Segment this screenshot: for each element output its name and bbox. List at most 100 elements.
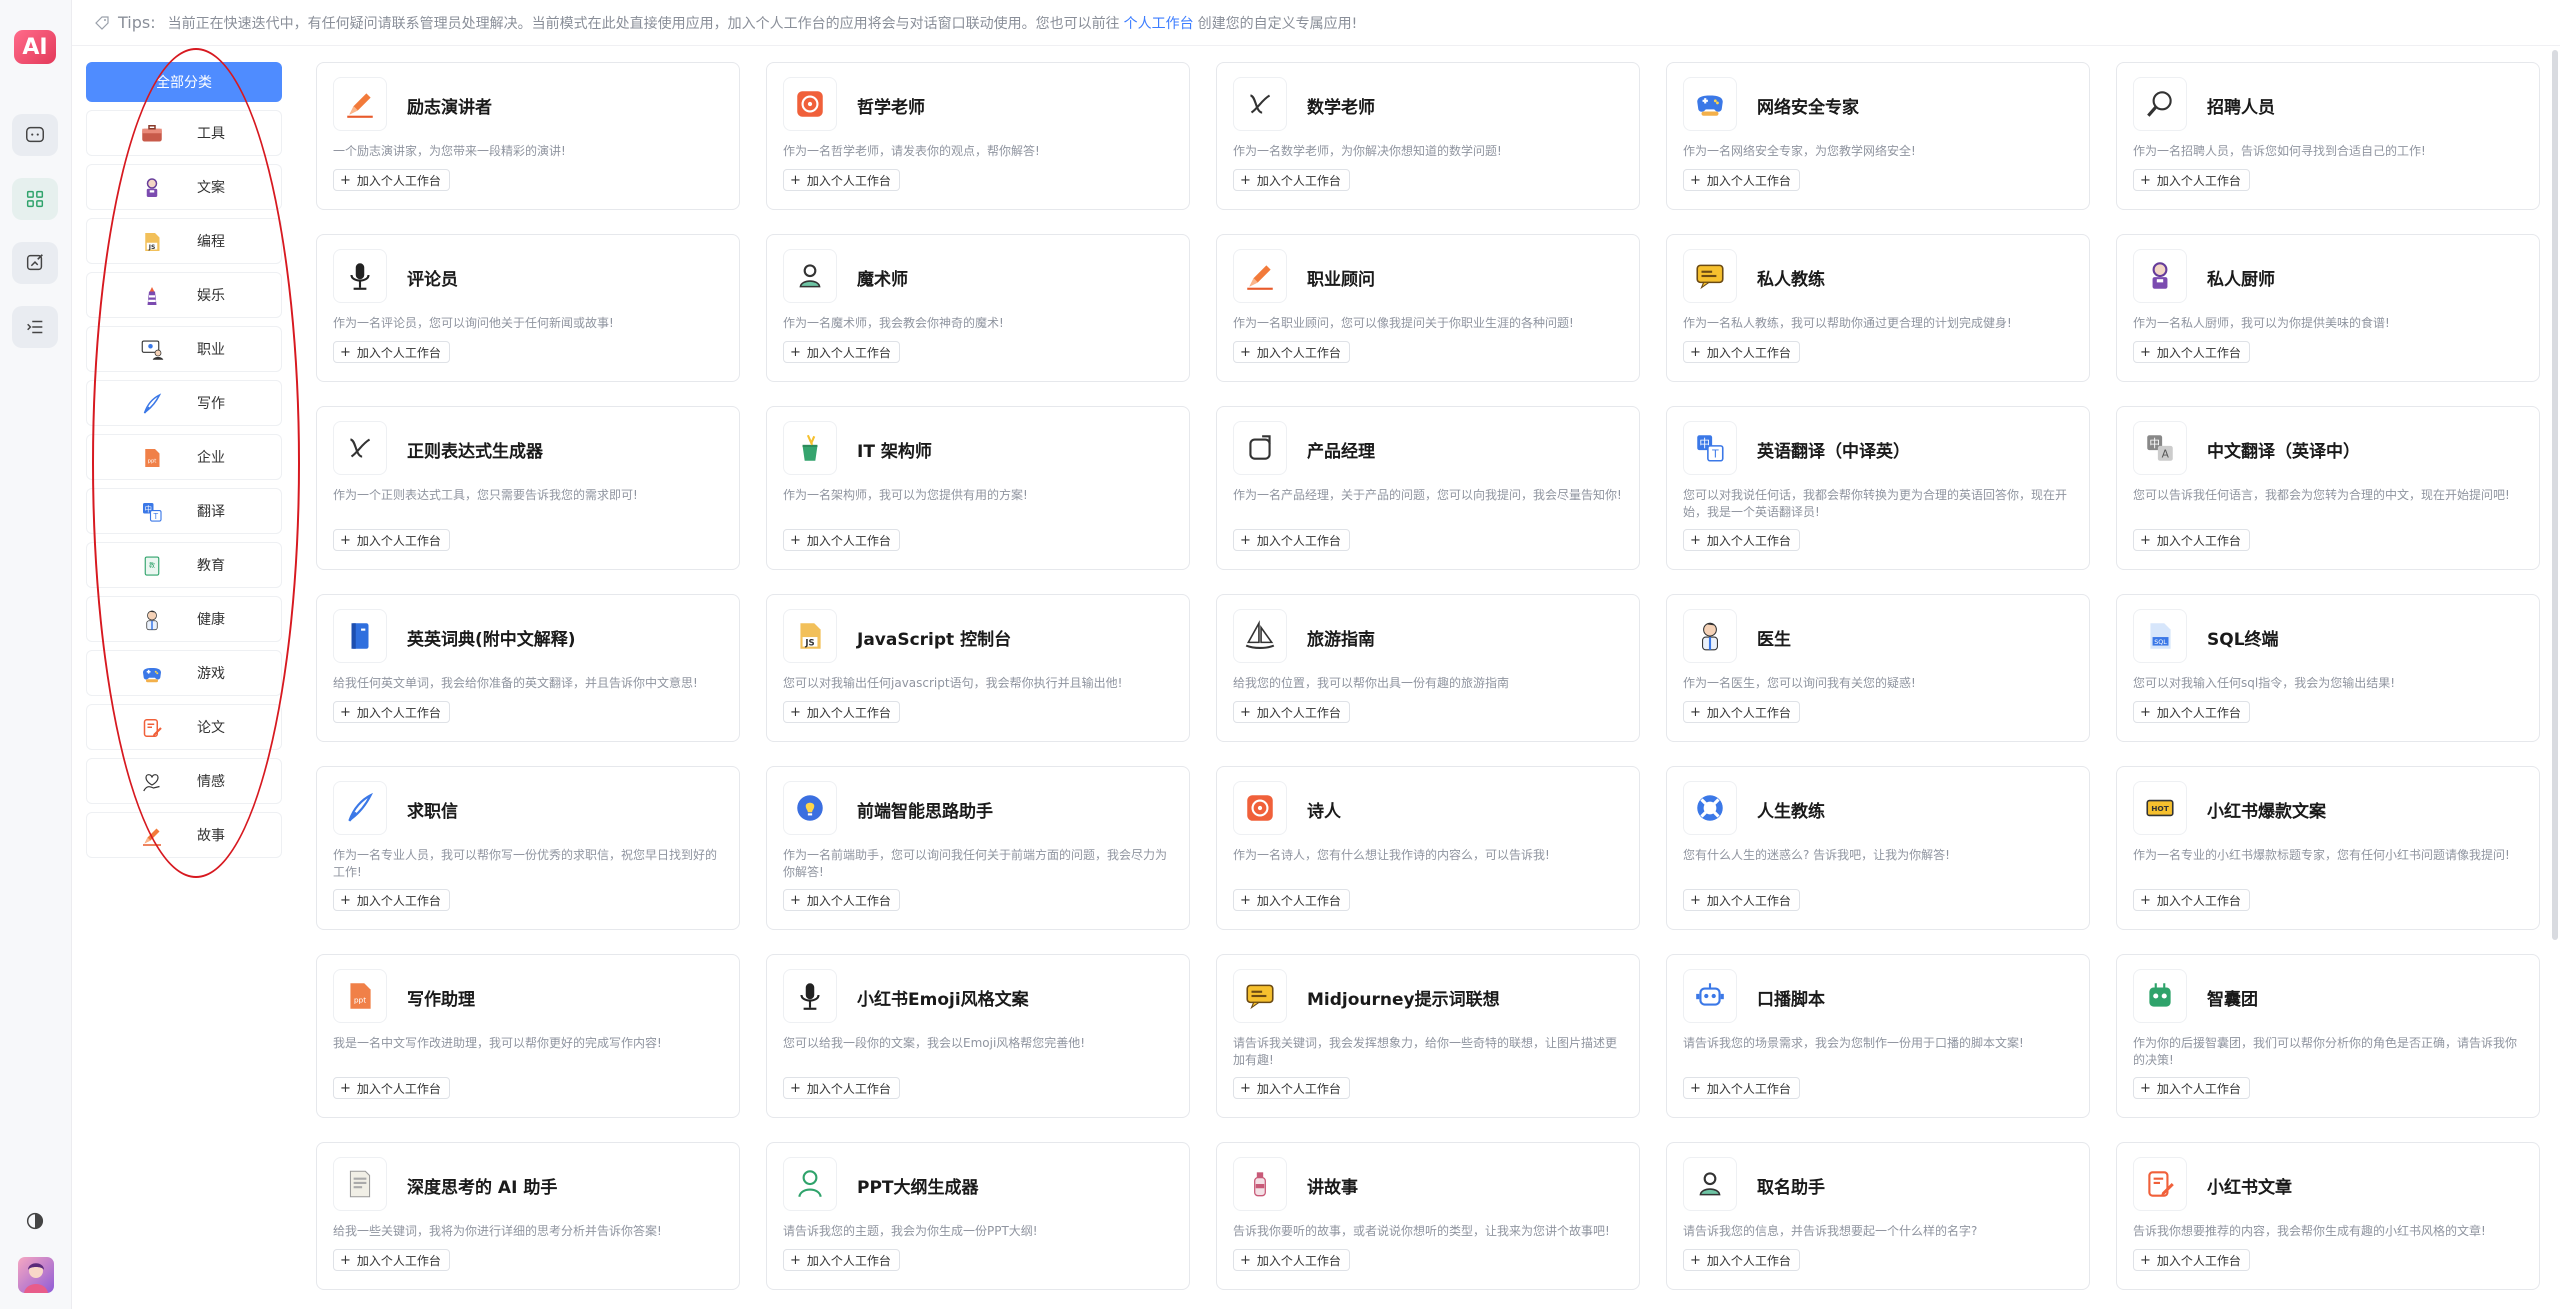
- add-to-workspace-button[interactable]: + 加入个人工作台: [333, 341, 450, 363]
- app-card[interactable]: 口播脚本 请告诉我您的场景需求，我会为您制作一份用于口播的脚本文案! + 加入个人工作…: [1666, 954, 2090, 1118]
- app-card[interactable]: 中文翻译（英译中） 您可以告诉我任何语言，我都会为您转为合理的中文，现在开始提问吧…: [2116, 406, 2540, 570]
- add-to-workspace-button[interactable]: + 加入个人工作台: [1233, 529, 1350, 551]
- app-card[interactable]: 正则表达式生成器 作为一个正则表达式工具，您只需要告诉我您的需求即可! + 加入个人工…: [316, 406, 740, 570]
- add-to-workspace-button[interactable]: + 加入个人工作台: [783, 529, 900, 551]
- theme-toggle-icon[interactable]: [24, 1210, 46, 1232]
- plus-icon: +: [2140, 704, 2151, 720]
- app-card[interactable]: 医生 作为一名医生，您可以询问我有关您的疑惑! + 加入个人工作台: [1666, 594, 2090, 742]
- translate-gray-icon: [2143, 431, 2177, 465]
- add-to-workspace-button[interactable]: + 加入个人工作台: [1683, 889, 1800, 911]
- add-to-workspace-button[interactable]: + 加入个人工作台: [1683, 701, 1800, 723]
- category-item[interactable]: 企业: [86, 434, 282, 480]
- add-to-workspace-button[interactable]: + 加入个人工作台: [783, 889, 900, 911]
- app-card[interactable]: SQL终端 您可以对我输入任何sql指令，我会为您输出结果! + 加入个人工作台: [2116, 594, 2540, 742]
- app-logo[interactable]: AI: [14, 30, 56, 64]
- category-item[interactable]: 论文: [86, 704, 282, 750]
- app-card[interactable]: 小红书Emoji风格文案 您可以给我一段你的文案，我会以Emoji风格帮您完善他!…: [766, 954, 1190, 1118]
- app-card[interactable]: 数学老师 作为一名数学老师，为你解决你想知道的数学问题! + 加入个人工作台: [1216, 62, 1640, 210]
- app-card[interactable]: 魔术师 作为一名魔术师，我会教会你神奇的魔术! + 加入个人工作台: [766, 234, 1190, 382]
- add-to-workspace-button[interactable]: + 加入个人工作台: [2133, 1077, 2250, 1099]
- app-card[interactable]: JavaScript 控制台 您可以对我输出任何javascript语句，我会帮你…: [766, 594, 1190, 742]
- add-to-workspace-button[interactable]: + 加入个人工作台: [2133, 1249, 2250, 1271]
- app-card[interactable]: 评论员 作为一名评论员，您可以询问他关于任何新闻或故事! + 加入个人工作台: [316, 234, 740, 382]
- add-to-workspace-button[interactable]: + 加入个人工作台: [1683, 169, 1800, 191]
- app-card[interactable]: 职业顾问 作为一名职业顾问，您可以像我提问关于你职业生涯的各种问题! + 加入个人工作…: [1216, 234, 1640, 382]
- app-card[interactable]: 产品经理 作为一名产品经理，关于产品的问题，您可以向我提问，我会尽量告知你! + 加入…: [1216, 406, 1640, 570]
- app-card[interactable]: 英英词典(附中文解释) 给我任何英文单词，我会给你准备的英文翻译，并且告诉你中文意…: [316, 594, 740, 742]
- category-item[interactable]: 游戏: [86, 650, 282, 696]
- app-card[interactable]: 私人厨师 作为一名私人厨师，我可以为你提供美味的食谱! + 加入个人工作台: [2116, 234, 2540, 382]
- app-card[interactable]: 人生教练 您有什么人生的迷惑么? 告诉我吧，让我为你解答! + 加入个人工作台: [1666, 766, 2090, 930]
- add-to-workspace-button[interactable]: + 加入个人工作台: [1233, 1077, 1350, 1099]
- add-to-workspace-button[interactable]: + 加入个人工作台: [1683, 341, 1800, 363]
- add-to-workspace-button[interactable]: + 加入个人工作台: [783, 169, 900, 191]
- app-card[interactable]: 旅游指南 给我您的位置，我可以帮你出具一份有趣的旅游指南 + 加入个人工作台: [1216, 594, 1640, 742]
- category-item[interactable]: 工具: [86, 110, 282, 156]
- category-item[interactable]: 写作: [86, 380, 282, 426]
- app-card[interactable]: 诗人 作为一名诗人，您有什么想让我作诗的内容么，可以告诉我! + 加入个人工作台: [1216, 766, 1640, 930]
- app-card[interactable]: 深度思考的 AI 助手 给我一些关键词，我将为你进行详细的思考分析并告诉你答案! +…: [316, 1142, 740, 1290]
- category-item[interactable]: 文案: [86, 164, 282, 210]
- add-to-workspace-button[interactable]: + 加入个人工作台: [333, 889, 450, 911]
- add-to-workspace-button[interactable]: + 加入个人工作台: [1233, 701, 1350, 723]
- avatar[interactable]: [18, 1257, 54, 1293]
- draw-nav-button[interactable]: [12, 242, 58, 284]
- add-to-workspace-button[interactable]: + 加入个人工作台: [2133, 701, 2250, 723]
- app-card[interactable]: 智囊团 作为你的后援智囊团，我们可以帮你分析你的角色是否正确，请告诉我你的决策! +…: [2116, 954, 2540, 1118]
- app-icon-frame: [783, 249, 837, 303]
- app-card[interactable]: 写作助理 我是一名中文写作改进助理，我可以帮你更好的完成写作内容! + 加入个人工作台: [316, 954, 740, 1118]
- app-title: 中文翻译（英译中）: [2207, 442, 2360, 462]
- add-to-workspace-button[interactable]: + 加入个人工作台: [1683, 529, 1800, 551]
- add-to-workspace-button[interactable]: + 加入个人工作台: [1683, 1249, 1800, 1271]
- scrollbar[interactable]: [2552, 50, 2558, 940]
- add-to-workspace-button[interactable]: + 加入个人工作台: [1233, 889, 1350, 911]
- add-to-workspace-button[interactable]: + 加入个人工作台: [2133, 169, 2250, 191]
- category-item[interactable]: 健康: [86, 596, 282, 642]
- app-icon-frame: [1683, 781, 1737, 835]
- add-to-workspace-button[interactable]: + 加入个人工作台: [1233, 1249, 1350, 1271]
- add-to-workspace-button[interactable]: + 加入个人工作台: [333, 1077, 450, 1099]
- add-to-workspace-button[interactable]: + 加入个人工作台: [333, 701, 450, 723]
- app-card[interactable]: IT 架构师 作为一名架构师，我可以为您提供有用的方案! + 加入个人工作台: [766, 406, 1190, 570]
- app-card[interactable]: 求职信 作为一名专业人员，我可以帮你写一份优秀的求职信，祝您早日找到好的工作! + 加…: [316, 766, 740, 930]
- app-card[interactable]: 讲故事 告诉我你要听的故事，或者说说你想听的类型，让我来为您讲个故事吧! + 加入个人…: [1216, 1142, 1640, 1290]
- add-to-workspace-button[interactable]: + 加入个人工作台: [333, 529, 450, 551]
- category-item[interactable]: 教育: [86, 542, 282, 588]
- add-to-workspace-button[interactable]: + 加入个人工作台: [783, 341, 900, 363]
- app-card[interactable]: 招聘人员 作为一名招聘人员，告诉您如何寻找到合适自己的工作! + 加入个人工作台: [2116, 62, 2540, 210]
- app-card[interactable]: PPT大纲生成器 请告诉我您的主题，我会为你生成一份PPT大纲! + 加入个人工作台: [766, 1142, 1190, 1290]
- app-card[interactable]: 小红书爆款文案 作为一名专业的小红书爆款标题专家，您有任何小红书问题请像我提问! +…: [2116, 766, 2540, 930]
- add-to-workspace-button[interactable]: + 加入个人工作台: [333, 1249, 450, 1271]
- chat-nav-button[interactable]: [12, 114, 58, 156]
- category-all-button[interactable]: 全部分类: [86, 62, 282, 102]
- add-to-workspace-button[interactable]: + 加入个人工作台: [783, 701, 900, 723]
- app-card[interactable]: 取名助手 请告诉我您的信息，并告诉我想要起一个什么样的名字? + 加入个人工作台: [1666, 1142, 2090, 1290]
- microphone-icon: [343, 259, 377, 293]
- workspace-link[interactable]: 个人工作台: [1124, 13, 1194, 33]
- category-item[interactable]: 娱乐: [86, 272, 282, 318]
- apps-nav-button[interactable]: [12, 178, 58, 220]
- add-to-workspace-button[interactable]: + 加入个人工作台: [2133, 889, 2250, 911]
- add-to-workspace-button[interactable]: + 加入个人工作台: [1683, 1077, 1800, 1099]
- app-card[interactable]: 私人教练 作为一名私人教练，我可以帮助你通过更合理的计划完成健身! + 加入个人工作台: [1666, 234, 2090, 382]
- add-to-workspace-button[interactable]: + 加入个人工作台: [1233, 169, 1350, 191]
- menu-nav-button[interactable]: [12, 306, 58, 348]
- app-card[interactable]: 小红书文章 告诉我你想要推荐的内容，我会帮你生成有趣的小红书风格的文章! + 加入个人…: [2116, 1142, 2540, 1290]
- add-to-workspace-button[interactable]: + 加入个人工作台: [1233, 341, 1350, 363]
- category-item[interactable]: 职业: [86, 326, 282, 372]
- category-item[interactable]: 情感: [86, 758, 282, 804]
- app-card[interactable]: Midjourney提示词联想 请告诉我关键词，我会发挥想象力，给你一些奇特的联想…: [1216, 954, 1640, 1118]
- add-to-workspace-button[interactable]: + 加入个人工作台: [2133, 341, 2250, 363]
- category-item[interactable]: 故事: [86, 812, 282, 858]
- add-to-workspace-button[interactable]: + 加入个人工作台: [2133, 529, 2250, 551]
- add-to-workspace-button[interactable]: + 加入个人工作台: [783, 1249, 900, 1271]
- add-to-workspace-button[interactable]: + 加入个人工作台: [333, 169, 450, 191]
- category-item[interactable]: 编程: [86, 218, 282, 264]
- app-card[interactable]: 英语翻译（中译英） 您可以对我说任何话，我都会帮你转换为更为合理的英语回答你，现在…: [1666, 406, 2090, 570]
- app-card[interactable]: 哲学老师 作为一名哲学老师，请发表你的观点，帮你解答! + 加入个人工作台: [766, 62, 1190, 210]
- app-card[interactable]: 前端智能思路助手 作为一名前端助手，您可以询问我任何关于前端方面的问题，我会尽力为…: [766, 766, 1190, 930]
- app-card[interactable]: 励志演讲者 一个励志演讲家，为您带来一段精彩的演讲! + 加入个人工作台: [316, 62, 740, 210]
- add-to-workspace-button[interactable]: + 加入个人工作台: [783, 1077, 900, 1099]
- app-card[interactable]: 网络安全专家 作为一名网络安全专家，为您教学网络安全! + 加入个人工作台: [1666, 62, 2090, 210]
- category-item[interactable]: 翻译: [86, 488, 282, 534]
